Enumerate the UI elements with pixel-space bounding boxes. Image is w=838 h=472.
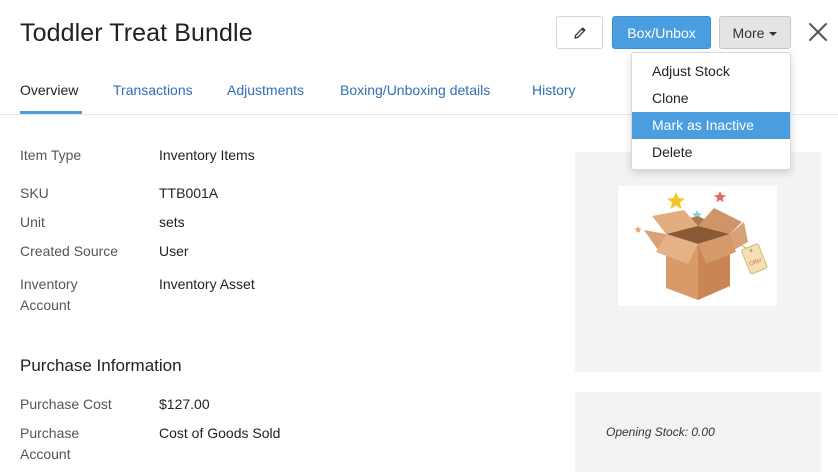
edit-button[interactable] (556, 16, 603, 49)
close-icon[interactable] (806, 20, 830, 44)
opening-stock-text: Opening Stock: 0.00 (606, 425, 715, 439)
tab-history[interactable]: History (532, 82, 576, 98)
sku-label: SKU (20, 185, 49, 201)
box-unbox-button[interactable]: Box/Unbox (612, 16, 711, 49)
unit-value: sets (159, 214, 185, 230)
created-source-label: Created Source (20, 243, 119, 259)
menu-item-delete[interactable]: Delete (632, 139, 790, 166)
created-source-value: User (159, 243, 189, 259)
caret-down-icon (769, 31, 778, 36)
menu-item-adjust-stock[interactable]: Adjust Stock (632, 58, 790, 85)
inventory-account-label: Inventory Account (20, 276, 78, 313)
sku-value: TTB001A (159, 185, 219, 201)
tab-overview[interactable]: Overview (20, 82, 78, 98)
more-button[interactable]: More (719, 16, 791, 49)
menu-item-clone[interactable]: Clone (632, 85, 790, 112)
menu-item-mark-as-inactive[interactable]: Mark as Inactive (632, 112, 790, 139)
item-type-label: Item Type (20, 147, 82, 163)
purchase-cost-value: $127.00 (159, 396, 210, 412)
tab-boxing-unboxing-details[interactable]: Boxing/Unboxing details (340, 82, 490, 98)
star-icon (667, 192, 685, 209)
purchase-account-value: Cost of Goods Sold (159, 425, 281, 441)
item-type-value: Inventory Items (159, 147, 255, 163)
open-box-illustration: Offer (634, 191, 768, 300)
pencil-icon (573, 26, 586, 39)
star-icon (714, 191, 726, 203)
purchase-cost-label: Purchase Cost (20, 396, 112, 412)
inventory-account-value: Inventory Asset (159, 276, 255, 292)
more-button-label: More (732, 24, 765, 41)
unit-label: Unit (20, 214, 45, 230)
star-icon (634, 226, 642, 233)
purchase-account-label: Purchase Account (20, 425, 80, 462)
active-tab-indicator (20, 111, 82, 114)
tab-adjustments[interactable]: Adjustments (227, 82, 304, 98)
item-image: Offer (618, 186, 777, 306)
more-dropdown-menu: Adjust Stock Clone Mark as Inactive Dele… (631, 52, 791, 170)
tab-transactions[interactable]: Transactions (113, 82, 193, 98)
purchase-information-heading: Purchase Information (20, 356, 182, 375)
page-title: Toddler Treat Bundle (20, 19, 253, 47)
